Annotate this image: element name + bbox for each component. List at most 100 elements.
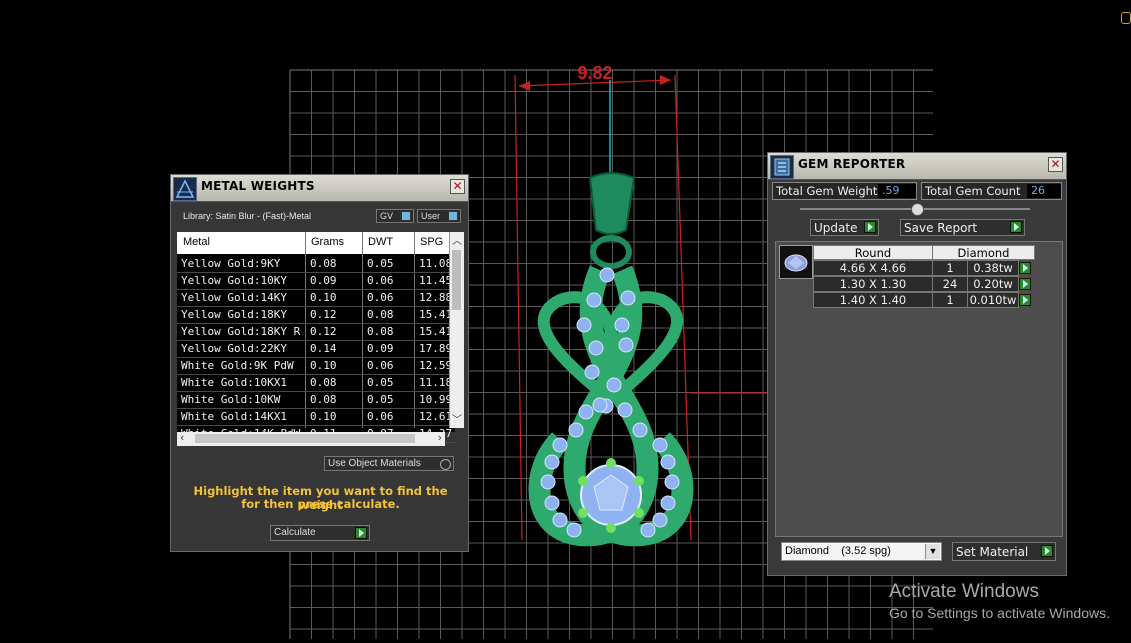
table-cell: Yellow Gold:10KY <box>181 274 287 287</box>
table-row[interactable]: Yellow Gold:10KY 0.09 0.06 11.45 <box>177 273 455 290</box>
table-row[interactable]: Yellow Gold:18KY R...0.120.0815.41 <box>177 324 455 341</box>
gv-toggle-label: GV <box>380 211 394 221</box>
table-cell: 0.10 <box>310 359 337 372</box>
table-row[interactable]: Yellow Gold:9KY 0.08 0.05 11.08 <box>177 256 455 273</box>
total-gem-count-field: Total Gem Count 26 <box>921 182 1062 200</box>
total-gem-weight-label: Total Gem Weight <box>776 184 878 198</box>
save-report-label: Save Report <box>904 221 978 235</box>
use-object-materials-checkbox[interactable]: Use Object Materials <box>324 456 454 471</box>
scroll-right-icon[interactable]: › <box>438 431 442 444</box>
play-icon <box>355 527 367 539</box>
table-cell: White Gold:14KX1 <box>181 410 287 423</box>
col-grams[interactable]: Grams <box>311 236 344 248</box>
gem-list-area: Round Diamond 4.66 X 4.66 1 0.38tw 1.30 X 1… <box>775 241 1063 537</box>
table-cell: Yellow Gold:9KY <box>181 257 281 270</box>
table-cell: 0.08 <box>310 257 337 270</box>
round-gem-icon[interactable] <box>779 245 813 279</box>
user-toggle[interactable]: User <box>417 209 461 223</box>
table-cell: 0.06 <box>367 410 394 423</box>
gem-table-cell: 0.010tw <box>967 292 1019 308</box>
report-slider-knob[interactable] <box>911 203 924 216</box>
table-row[interactable]: Yellow Gold:18KY 0.12 0.08 15.41 <box>177 307 455 324</box>
total-gem-weight-field: Total Gem Weight .59 <box>772 182 917 200</box>
select-gem-row-button[interactable] <box>1019 294 1031 306</box>
gem-table-cell: 1 <box>932 260 968 276</box>
table-row[interactable]: Yellow Gold:22KY 0.14 0.09 17.89 <box>177 341 455 358</box>
gem-table-cell: 1.40 X 1.40 <box>813 292 933 308</box>
table-row[interactable]: Yellow Gold:14KY 0.10 0.06 12.88 <box>177 290 455 307</box>
vertical-scrollbar[interactable]: ︿ ﹀ <box>449 232 464 428</box>
play-icon <box>1041 545 1053 557</box>
scroll-thumb[interactable] <box>195 434 415 443</box>
table-cell: 0.12 <box>310 308 337 321</box>
gem-table-cell: 1.30 X 1.30 <box>813 276 933 292</box>
play-icon <box>864 221 876 233</box>
select-gem-row-button[interactable] <box>1019 262 1031 274</box>
scroll-thumb[interactable] <box>452 250 461 310</box>
table-cell: 0.06 <box>367 359 394 372</box>
gem-reporter-titlebar[interactable]: GEM REPORTER ✕ <box>768 153 1066 180</box>
gv-toggle[interactable]: GV <box>376 209 414 223</box>
close-icon[interactable]: ✕ <box>1048 157 1063 172</box>
gem-material-header: Diamond <box>932 245 1035 260</box>
table-row[interactable]: White Gold:10KX1 0.08 0.05 11.18 <box>177 375 455 392</box>
table-cell: 0.09 <box>310 274 337 287</box>
play-icon <box>1010 221 1022 233</box>
chevron-down-icon[interactable]: ▼ <box>925 544 940 559</box>
table-cell: Yellow Gold:22KY <box>181 342 287 355</box>
table-cell: 0.14 <box>310 342 337 355</box>
hint-line-2: for then press calculate. <box>241 497 400 511</box>
table-cell: 0.10 <box>310 291 337 304</box>
pendant-model[interactable] <box>528 172 694 547</box>
metal-table: Metal Grams DWT SPG Yellow Gold:9KY 0.08 0… <box>177 232 455 443</box>
set-material-button[interactable]: Set Material <box>952 542 1056 561</box>
watermark-title: Activate Windows <box>889 581 1039 602</box>
user-toggle-label: User <box>421 211 441 221</box>
toggle-switch-icon <box>448 211 458 221</box>
save-report-button[interactable]: Save Report <box>900 219 1025 236</box>
update-label: Update <box>814 221 858 235</box>
calculate-button[interactable]: Calculate <box>270 525 370 541</box>
table-cell: 0.12 <box>310 325 337 338</box>
metal-weights-panel: METAL WEIGHTS ✕ Library: Satin Blur - (F… <box>170 174 469 552</box>
metal-table-body: Yellow Gold:9KY 0.08 0.05 11.08 Yellow Gold:… <box>177 256 455 443</box>
table-row[interactable]: White Gold:14KX1 0.10 0.06 12.61 <box>177 409 455 426</box>
table-row[interactable]: White Gold:10KW 0.08 0.05 10.99 <box>177 392 455 409</box>
settings-icon[interactable] <box>1121 12 1131 24</box>
select-gem-row-button[interactable] <box>1019 278 1031 290</box>
horizontal-scrollbar[interactable]: ‹ › <box>177 431 445 446</box>
total-gem-count-label: Total Gem Count <box>925 184 1021 198</box>
col-dwt[interactable]: DWT <box>368 236 393 248</box>
scroll-up-icon[interactable]: ︿ <box>452 232 462 247</box>
table-cell: 0.05 <box>367 376 394 389</box>
update-button[interactable]: Update <box>810 219 879 236</box>
use-object-materials-label: Use Object Materials <box>328 458 421 469</box>
col-spg[interactable]: SPG <box>420 236 443 248</box>
gem-reporter-title: GEM REPORTER <box>798 157 906 171</box>
calculate-label: Calculate <box>274 527 316 538</box>
table-cell: Yellow Gold:18KY <box>181 308 287 321</box>
gem-table-cell: 24 <box>932 276 968 292</box>
table-cell: 0.08 <box>310 376 337 389</box>
dimension-label: 9.82 <box>577 63 612 83</box>
metal-weights-titlebar[interactable]: METAL WEIGHTS ✕ <box>171 175 468 202</box>
close-icon[interactable]: ✕ <box>450 179 465 194</box>
set-material-label: Set Material <box>956 545 1029 559</box>
table-cell: White Gold:9K PdW <box>181 359 294 372</box>
table-row[interactable]: White Gold:9K PdW 0.10 0.06 12.59 <box>177 358 455 375</box>
table-cell: 0.08 <box>367 325 394 338</box>
library-label: Library: Satin Blur - (Fast)-Metal <box>183 211 312 221</box>
scroll-left-icon[interactable]: ‹ <box>180 431 184 444</box>
table-cell: 0.08 <box>367 308 394 321</box>
metal-weights-icon <box>173 177 197 201</box>
total-gem-weight-value: .59 <box>878 184 916 198</box>
gem-table-cell: 0.38tw <box>967 260 1019 276</box>
table-cell: 0.06 <box>367 274 394 287</box>
material-select-value: Diamond (3.52 spg) <box>785 545 891 557</box>
col-metal[interactable]: Metal <box>183 236 210 248</box>
material-select[interactable]: Diamond (3.52 spg) ▼ <box>781 542 942 561</box>
table-cell: 0.05 <box>367 393 394 406</box>
table-cell: 0.09 <box>367 342 394 355</box>
radio-icon <box>440 459 451 470</box>
scroll-down-icon[interactable]: ﹀ <box>452 411 462 426</box>
